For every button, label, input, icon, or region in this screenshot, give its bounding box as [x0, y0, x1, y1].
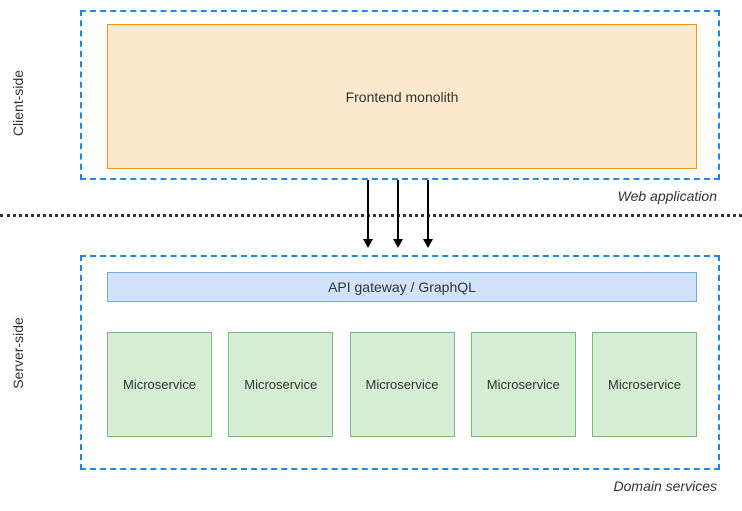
server-container: API gateway / GraphQL Microservice Micro… [80, 255, 720, 470]
client-side-label: Client-side [10, 70, 26, 136]
arrow-icon [367, 180, 369, 246]
arrow-icon [427, 180, 429, 246]
microservice-box: Microservice [471, 332, 576, 437]
arrows-group [362, 180, 437, 255]
microservice-box: Microservice [107, 332, 212, 437]
api-gateway-box: API gateway / GraphQL [107, 272, 697, 302]
domain-services-caption: Domain services [614, 478, 717, 494]
frontend-monolith-box: Frontend monolith [107, 24, 697, 169]
microservice-box: Microservice [228, 332, 333, 437]
microservice-box: Microservice [350, 332, 455, 437]
client-container: Frontend monolith [80, 10, 720, 180]
server-side-label: Server-side [10, 317, 26, 389]
web-application-caption: Web application [618, 188, 717, 204]
arrow-icon [397, 180, 399, 246]
microservices-row: Microservice Microservice Microservice M… [107, 332, 697, 437]
microservice-box: Microservice [592, 332, 697, 437]
